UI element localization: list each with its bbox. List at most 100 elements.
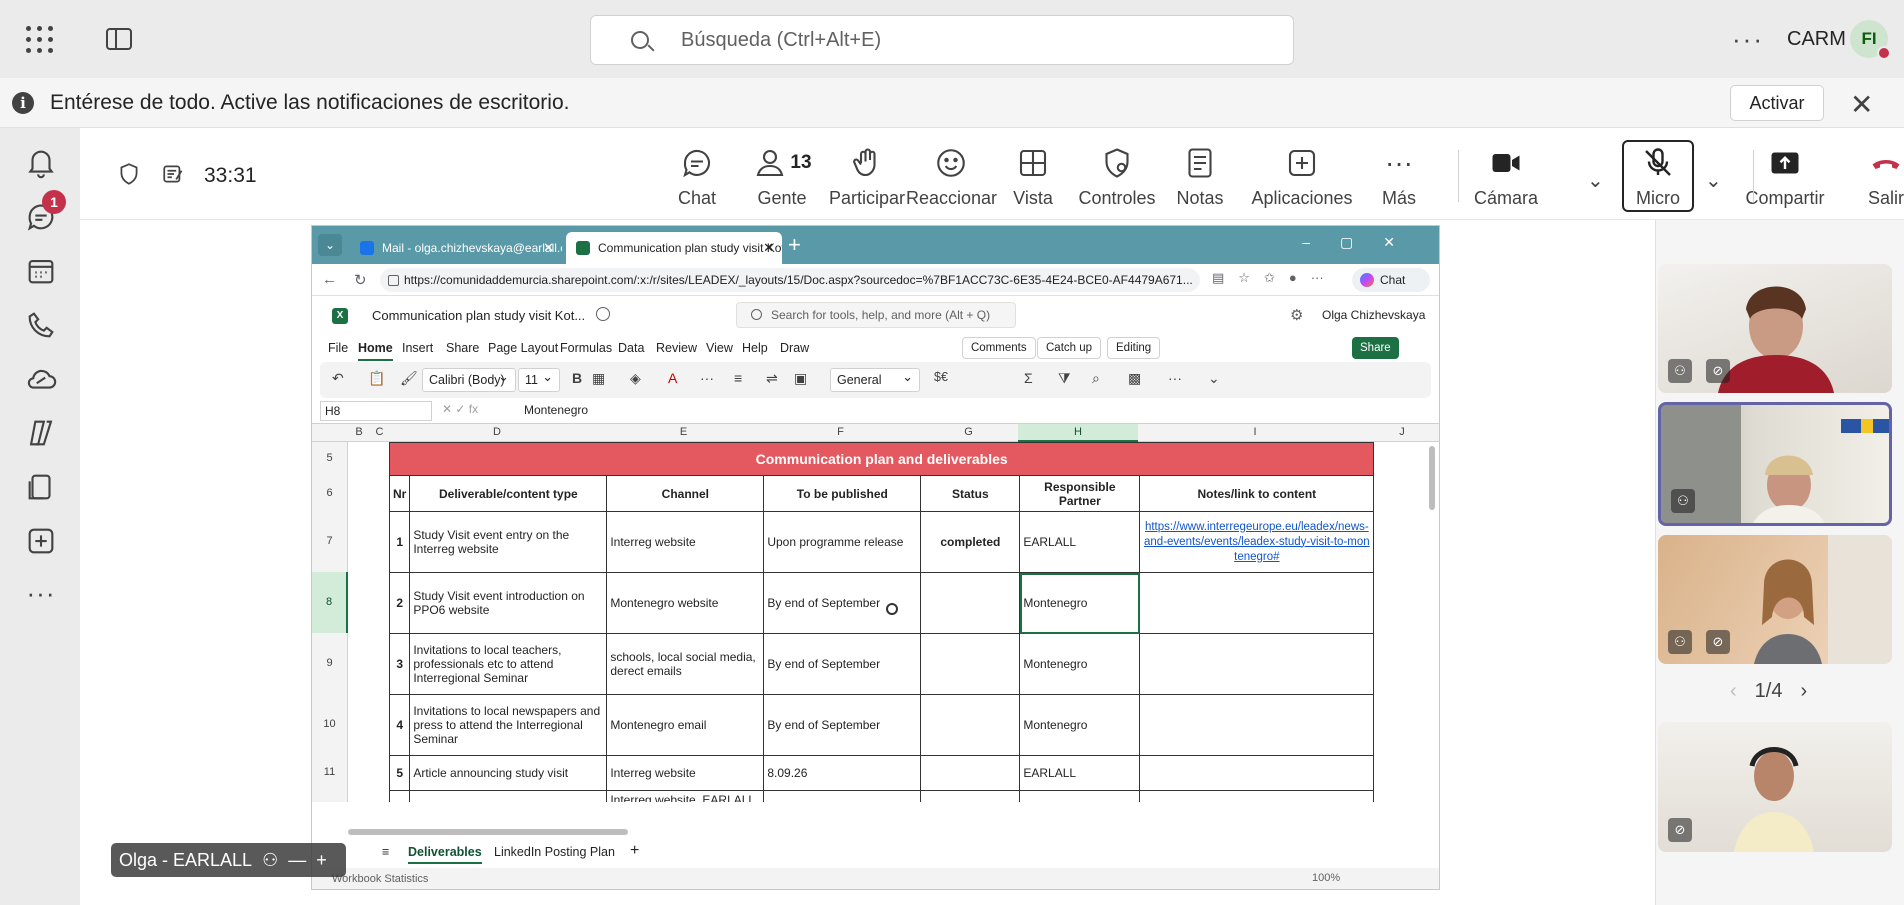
activate-notifications-button[interactable]: Activar — [1730, 85, 1824, 121]
sheet-tab-deliverables[interactable]: Deliverables — [408, 845, 482, 864]
activity-bell-icon[interactable] — [24, 146, 58, 180]
font-color-icon[interactable]: A — [668, 370, 677, 386]
cell-channel[interactable]: schools, local social media, derect emai… — [606, 633, 765, 695]
cell-nr[interactable] — [388, 790, 411, 802]
cell-when[interactable]: By end of September — [763, 572, 922, 634]
menu-data[interactable]: Data — [618, 341, 644, 355]
column-header[interactable]: I — [1138, 426, 1372, 438]
header-notes[interactable]: Notes/link to content — [1139, 475, 1375, 512]
cell-when[interactable]: 8.09.26 — [763, 755, 922, 791]
format-painter-icon[interactable]: 🖌 — [400, 370, 418, 387]
cell-partner[interactable]: EARLALL — [1019, 511, 1141, 573]
calls-icon[interactable] — [24, 308, 58, 342]
scrollbar-thumb[interactable] — [348, 829, 628, 835]
view-button[interactable]: Vista — [988, 144, 1078, 209]
menu-draw[interactable]: Draw — [780, 341, 809, 355]
organization-name[interactable]: CARM — [1787, 28, 1846, 51]
new-tab-icon[interactable]: + — [788, 232, 801, 258]
table-banner[interactable]: Communication plan and deliverables — [388, 442, 1375, 476]
leave-button[interactable]: Salir — [1841, 144, 1904, 209]
bold-icon[interactable]: B — [572, 370, 582, 386]
chat-button[interactable]: Chat — [652, 144, 742, 209]
cell-status[interactable] — [920, 572, 1021, 634]
excel-search-input[interactable]: Search for tools, help, and more (Alt + … — [736, 302, 1016, 328]
cell-type[interactable]: Invitations to local newspapers and pres… — [409, 694, 608, 756]
cell-partner[interactable]: Montenegro — [1019, 694, 1141, 756]
cell-partner[interactable]: EARLALL — [1019, 755, 1141, 791]
tab-mail[interactable]: Mail - olga.chizhevskaya@earlall.eu ✕ — [350, 232, 562, 264]
participant-video-tile-active[interactable]: ⚇ — [1658, 402, 1892, 526]
comments-button[interactable]: Comments — [962, 337, 1036, 359]
sort-filter-icon[interactable]: ⧩ — [1058, 370, 1071, 387]
autosum-icon[interactable]: Σ — [1024, 370, 1033, 386]
cell-notes[interactable] — [1139, 572, 1375, 634]
cell-nr[interactable]: 2 — [388, 572, 411, 634]
column-header[interactable]: F — [762, 426, 919, 438]
participant-video-tile[interactable]: ⊘ — [1658, 722, 1892, 852]
cell-status[interactable]: completed — [920, 511, 1021, 573]
header-publish[interactable]: To be published — [763, 475, 922, 512]
formula-value[interactable]: Montenegro — [524, 403, 588, 417]
cell-when[interactable] — [763, 790, 922, 802]
font-family-select[interactable]: Calibri (Body) — [422, 366, 516, 392]
find-icon[interactable]: ⌕ — [1092, 370, 1100, 387]
url-field[interactable]: https://comunidaddemurcia.sharepoint.com… — [380, 268, 1200, 292]
column-header[interactable]: D — [389, 426, 605, 438]
cell-type[interactable]: Invitations to local teachers, professio… — [409, 633, 608, 695]
borders-icon[interactable]: ▦ — [592, 370, 605, 387]
mic-options-chevron-icon[interactable]: ⌄ — [1705, 168, 1722, 193]
cell-channel[interactable]: Interreg website — [606, 511, 765, 573]
menu-page-layout[interactable]: Page Layout — [488, 341, 558, 355]
paste-icon[interactable]: 📋 — [368, 370, 385, 387]
copilot-chat-button[interactable]: Chat — [1352, 268, 1430, 292]
menu-share[interactable]: Share — [446, 341, 479, 355]
cell-type[interactable] — [409, 790, 608, 802]
cell-channel[interactable]: Interreg website, EARLALL — [606, 790, 765, 802]
column-header[interactable]: J — [1372, 426, 1432, 438]
header-nr[interactable]: Nr — [388, 475, 411, 512]
row-header-selected[interactable]: 8 — [312, 572, 348, 633]
excel-share-button[interactable]: Share — [1352, 337, 1399, 359]
camera-options-chevron-icon[interactable]: ⌄ — [1587, 168, 1604, 193]
toggle-sidebar-icon[interactable] — [106, 28, 132, 50]
more-formatting-icon[interactable]: ··· — [700, 370, 714, 386]
controls-button[interactable]: Controles — [1072, 144, 1162, 209]
merge-icon[interactable]: ▣ — [794, 370, 807, 387]
header-channel[interactable]: Channel — [606, 475, 765, 512]
menu-insert[interactable]: Insert — [402, 341, 433, 355]
menu-review[interactable]: Review — [656, 341, 697, 355]
header-deliverable[interactable]: Deliverable/content type — [409, 475, 608, 512]
close-tab-icon[interactable]: ✕ — [543, 240, 554, 256]
shield-icon[interactable] — [116, 161, 142, 192]
app-launcher-icon[interactable] — [26, 26, 54, 54]
column-header[interactable]: B — [348, 426, 370, 438]
cell-type[interactable]: Article announcing study visit — [409, 755, 608, 791]
back-arrow-icon[interactable]: ← — [322, 271, 344, 288]
close-icon[interactable]: ✕ — [1850, 88, 1873, 121]
share-button[interactable]: Compartir — [1730, 144, 1840, 209]
name-box[interactable]: H8 — [320, 401, 432, 421]
row-header[interactable]: 9 — [312, 633, 348, 694]
add-sheet-icon[interactable]: + — [630, 842, 639, 860]
header-partner[interactable]: Responsible Partner — [1019, 475, 1141, 512]
menu-file[interactable]: File — [328, 341, 348, 355]
cell-when[interactable]: By end of September — [763, 633, 922, 695]
react-button[interactable]: Reaccionar — [906, 144, 997, 209]
reload-icon[interactable]: ↻ — [354, 271, 376, 289]
tab-excel[interactable]: Communication plan study visit Kotor ✕ — [566, 232, 782, 264]
expand-icon[interactable]: + — [316, 850, 327, 871]
cell-status[interactable] — [920, 755, 1021, 791]
wrap-text-icon[interactable]: ⇌ — [766, 370, 778, 387]
column-header[interactable]: E — [605, 426, 762, 438]
align-icon[interactable]: ≡ — [734, 370, 742, 386]
cell-nr[interactable]: 5 — [388, 755, 411, 791]
profile-icon[interactable]: ● — [1289, 270, 1297, 286]
cell-type[interactable]: Study Visit event entry on the Interreg … — [409, 511, 608, 573]
horizontal-scrollbar[interactable] — [340, 828, 1432, 836]
window-controls[interactable]: –▢✕ — [1302, 234, 1425, 251]
apps-button[interactable]: Aplicaciones — [1247, 144, 1357, 209]
more-apps-icon[interactable]: ··· — [24, 578, 58, 612]
cell-partner-selected[interactable]: Montenegro — [1019, 572, 1141, 634]
calendar-icon[interactable] — [24, 254, 58, 288]
column-header[interactable]: G — [919, 426, 1018, 438]
